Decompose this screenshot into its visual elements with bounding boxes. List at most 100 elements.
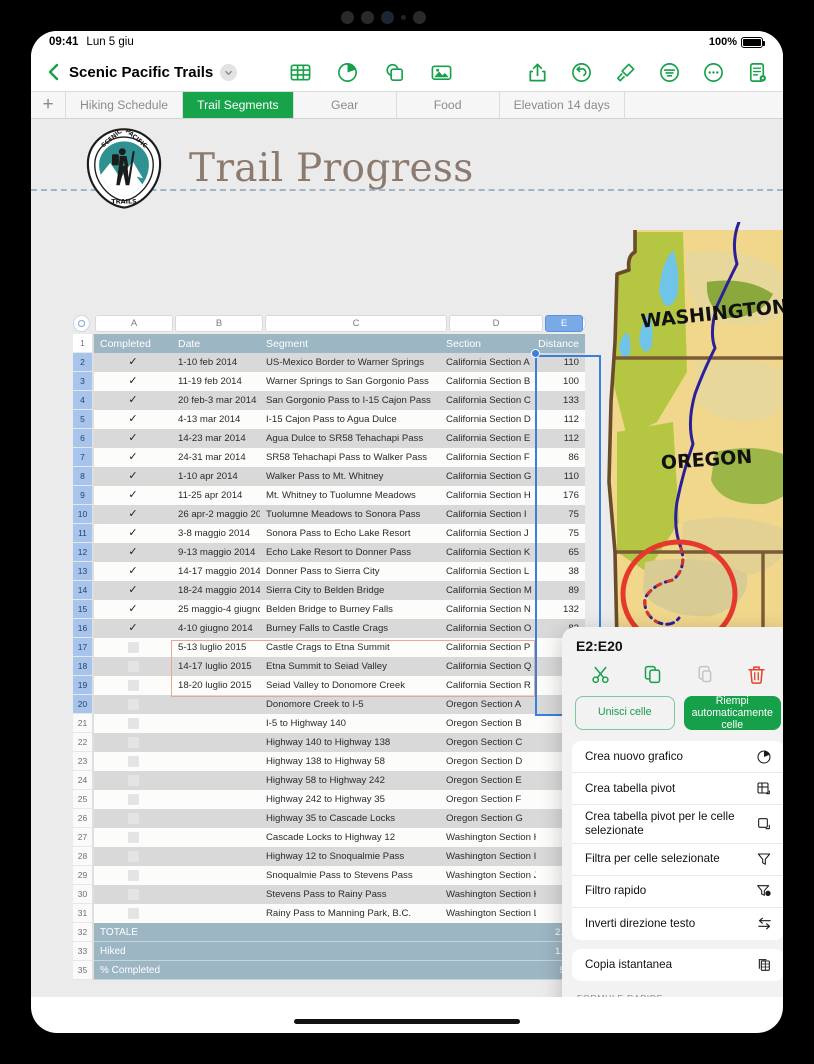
completed-check[interactable]: ✓ [94, 376, 172, 387]
cell-section[interactable]: California Section P [442, 642, 536, 653]
pacific-northwest-map-illustration[interactable]: WASHINGTON OREGON [587, 222, 783, 652]
cell-grid[interactable]: Completed Date Segment Section Distance ✓ 1-10… [93, 334, 585, 980]
table-row[interactable]: Highway 242 to Highway 35 Oregon Section … [94, 790, 585, 809]
table-row[interactable]: ✓ 14-23 mar 2014 Agua Dulce to SR58 Tehach… [94, 429, 585, 448]
cell-date[interactable]: 3-8 maggio 2014 [172, 528, 260, 539]
cell-segment[interactable]: Highway 138 to Highway 58 [260, 756, 442, 767]
completed-check[interactable]: ✓ [94, 604, 172, 615]
cell-date[interactable]: 5-13 luglio 2015 [172, 642, 260, 653]
summary-row[interactable]: % Completed 57% [94, 961, 585, 980]
row-number[interactable]: 29 [73, 866, 93, 885]
table-row[interactable]: ✓ 18-24 maggio 2014 Sierra City to Belden … [94, 581, 585, 600]
table-row[interactable]: Stevens Pass to Rainy Pass Washington Sec… [94, 885, 585, 904]
menu-item-create-pivot-table[interactable]: Crea tabella pivot [572, 773, 783, 805]
table-row[interactable]: ✓ 9-13 maggio 2014 Echo Lake Resort to Don… [94, 543, 585, 562]
cell-section[interactable]: California Section G [442, 471, 536, 482]
cell-segment[interactable]: Seiad Valley to Donomore Creek [260, 680, 442, 691]
table-row[interactable]: ✓ 14-17 maggio 2014 Donner Pass to Sierra … [94, 562, 585, 581]
completed-check[interactable]: ✓ [94, 395, 172, 406]
row-number[interactable]: 12 [73, 543, 93, 562]
menu-item-invert-text-direction[interactable]: Inverti direzione testo [572, 908, 783, 940]
completed-checkbox[interactable] [94, 889, 172, 900]
cell-section[interactable]: California Section Q [442, 661, 536, 672]
row-number[interactable]: 3 [73, 372, 93, 391]
cell-context-popover[interactable]: E2:E20 Unisci celle Riempi automaticamen… [562, 627, 783, 997]
cell-date[interactable]: 4-10 giugno 2014 [172, 623, 260, 634]
cut-icon[interactable] [574, 662, 626, 686]
completed-check[interactable]: ✓ [94, 509, 172, 520]
table-row[interactable]: 14-17 luglio 2015 Etna Summit to Seiad Va… [94, 657, 585, 676]
cell-section[interactable]: Washington Section I [442, 851, 536, 862]
cell-date[interactable]: 11-19 feb 2014 [172, 376, 260, 387]
cell-section[interactable]: Oregon Section F [442, 794, 536, 805]
cell-distance[interactable]: 65 [536, 547, 585, 558]
row-number[interactable]: 18 [73, 657, 93, 676]
cell-distance[interactable]: 112 [536, 433, 585, 444]
table-row[interactable]: Highway 12 to Snoqualmie Pass Washington … [94, 847, 585, 866]
cell-section[interactable]: Oregon Section A [442, 699, 536, 710]
cell-distance[interactable]: 75 [536, 528, 585, 539]
table-row[interactable]: Highway 58 to Highway 242 Oregon Section … [94, 771, 585, 790]
table-icon[interactable] [289, 61, 312, 84]
cell-section[interactable]: Oregon Section D [442, 756, 536, 767]
completed-check[interactable]: ✓ [94, 452, 172, 463]
merge-cells-button[interactable]: Unisci celle [575, 696, 675, 730]
completed-checkbox[interactable] [94, 756, 172, 767]
cell-segment[interactable]: Rainy Pass to Manning Park, B.C. [260, 908, 442, 919]
cell-section[interactable]: Washington Section H [442, 832, 536, 843]
cell-distance[interactable]: 75 [536, 509, 585, 520]
cell-segment[interactable]: Cascade Locks to Highway 12 [260, 832, 442, 843]
table-row[interactable]: ✓25 maggio-4 giugno 2014Belden Bridge to… [94, 600, 585, 619]
completed-check[interactable]: ✓ [94, 547, 172, 558]
summary-row[interactable]: Hiked 1.495 [94, 942, 585, 961]
row-number[interactable]: 4 [73, 391, 93, 410]
row-number[interactable]: 23 [73, 752, 93, 771]
cell-distance[interactable]: 132 [536, 604, 585, 615]
cell-date[interactable]: 18-24 maggio 2014 [172, 585, 260, 596]
cell-segment[interactable]: Highway 140 to Highway 138 [260, 737, 442, 748]
completed-checkbox[interactable] [94, 718, 172, 729]
cell-segment[interactable]: Highway 35 to Cascade Locks [260, 813, 442, 824]
completed-checkbox[interactable] [94, 813, 172, 824]
row-number[interactable]: 28 [73, 847, 93, 866]
cell-date[interactable]: 20 feb-3 mar 2014 [172, 395, 260, 406]
table-row[interactable]: ✓26 apr-2 maggio 2014Tuolumne Meadows to… [94, 505, 585, 524]
cell-segment[interactable]: Highway 58 to Highway 242 [260, 775, 442, 786]
cell-section[interactable]: Washington Section J [442, 870, 536, 881]
format-brush-icon[interactable] [614, 61, 637, 84]
row-number[interactable]: 33 [73, 942, 93, 961]
completed-checkbox[interactable] [94, 794, 172, 805]
row-number[interactable]: 8 [73, 467, 93, 486]
cell-segment[interactable]: Mt. Whitney to Tuolumne Meadows [260, 490, 442, 501]
spreadsheet-table[interactable]: A B C D E 1 2 3 4 5 6 7 8 9 10 11 12 13 14 15 16 17 18 19 2… [73, 315, 601, 980]
cell-section[interactable]: California Section D [442, 414, 536, 425]
table-row[interactable]: ✓ 1-10 apr 2014 Walker Pass to Mt. Whitney… [94, 467, 585, 486]
cell-segment[interactable]: Walker Pass to Mt. Whitney [260, 471, 442, 482]
cell-segment[interactable]: Etna Summit to Seiad Valley [260, 661, 442, 672]
comment-icon[interactable] [658, 61, 681, 84]
completed-check[interactable]: ✓ [94, 357, 172, 368]
completed-checkbox[interactable] [94, 832, 172, 843]
selection-handle[interactable] [531, 349, 540, 358]
cell-segment[interactable]: Snoqualmie Pass to Stevens Pass [260, 870, 442, 881]
cell-date[interactable]: 14-17 maggio 2014 [172, 566, 260, 577]
delete-icon[interactable] [730, 662, 782, 686]
cell-section[interactable]: Oregon Section E [442, 775, 536, 786]
cell-distance[interactable]: 100 [536, 376, 585, 387]
row-number[interactable]: 30 [73, 885, 93, 904]
table-row[interactable]: ✓ 1-10 feb 2014 US-Mexico Border to Warner… [94, 353, 585, 372]
autofill-cells-button[interactable]: Riempi automaticamente celle [683, 695, 781, 731]
table-row[interactable]: ✓ 20 feb-3 mar 2014 San Gorgonio Pass to I… [94, 391, 585, 410]
cell-section[interactable]: California Section J [442, 528, 536, 539]
cell-date[interactable]: 1-10 apr 2014 [172, 471, 260, 482]
cell-distance[interactable]: 89 [536, 585, 585, 596]
column-header-c[interactable]: C [265, 315, 447, 332]
cell-segment[interactable]: Belden Bridge to Burney Falls [260, 604, 442, 615]
sheet-tab-gear[interactable]: Gear [293, 92, 397, 118]
chart-icon[interactable] [336, 61, 359, 84]
table-row[interactable]: ✓ 3-8 maggio 2014 Sonora Pass to Echo Lake… [94, 524, 585, 543]
cell-date[interactable]: 24-31 mar 2014 [172, 452, 260, 463]
completed-checkbox[interactable] [94, 851, 172, 862]
cell-section[interactable]: California Section E [442, 433, 536, 444]
column-header-e[interactable]: E [545, 315, 583, 332]
